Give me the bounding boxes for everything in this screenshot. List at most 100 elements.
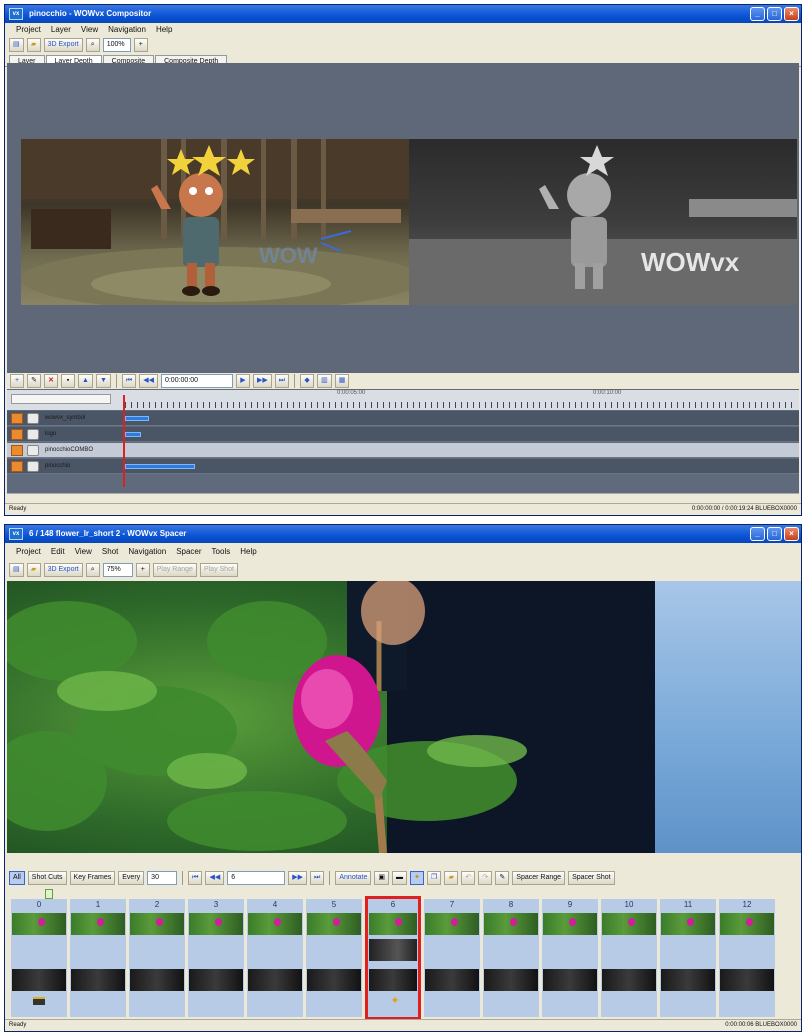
layer-clip[interactable] — [125, 432, 141, 437]
frame-thumbnail[interactable]: 2 — [129, 899, 185, 1017]
frame-thumbnail[interactable]: 12 — [719, 899, 775, 1017]
timeline-layer-row[interactable]: pinocchio — [7, 459, 799, 474]
step-forward-icon[interactable]: ▶▶ — [288, 871, 308, 885]
lock-icon[interactable] — [11, 413, 23, 424]
timeline-layer-row[interactable]: wowvx_symbol — [7, 411, 799, 426]
menu-project[interactable]: Project — [11, 23, 46, 37]
properties-icon[interactable]: ✎ — [27, 374, 41, 388]
export-3d-button[interactable]: 3D Export — [43, 38, 83, 52]
key-frames-button[interactable]: Key Frames — [69, 871, 116, 885]
menu-edit[interactable]: Edit — [46, 545, 70, 559]
spacer-title-bar[interactable]: vx 6 / 148 flower_lr_short 2 - WOWvx Spa… — [5, 525, 801, 543]
open-folder-icon[interactable]: ▰ — [26, 38, 41, 52]
frame-thumbnail[interactable]: 8 — [483, 899, 539, 1017]
zoom-select[interactable]: 100% — [102, 38, 131, 52]
every-button[interactable]: Every — [118, 871, 145, 885]
menu-shot[interactable]: Shot — [97, 545, 123, 559]
filter-all-button[interactable]: All — [9, 871, 25, 885]
menu-view[interactable]: View — [70, 545, 97, 559]
step-back-icon[interactable]: ◀◀ — [205, 871, 225, 885]
frame-field[interactable]: 6 — [227, 871, 286, 885]
play-range-button[interactable]: Play Range — [152, 563, 197, 577]
menu-help[interactable]: Help — [151, 23, 177, 37]
go-end-icon[interactable]: ⏭ — [274, 374, 290, 388]
graph-icon[interactable]: ▥ — [317, 374, 332, 388]
playhead[interactable] — [123, 395, 125, 487]
go-end-icon[interactable]: ⏭ — [310, 871, 325, 885]
frame-thumbnail[interactable]: 4 — [247, 899, 303, 1017]
timeline-zoom-slider[interactable] — [11, 394, 111, 404]
frame-thumbnail[interactable]: 6 ✦ — [365, 896, 421, 1020]
timeline-scrollbar[interactable] — [7, 493, 799, 503]
menu-navigation[interactable]: Navigation — [103, 23, 151, 37]
layer-settings-icon[interactable]: ▪ — [61, 374, 75, 388]
frame-thumbnail[interactable]: 9 — [542, 899, 598, 1017]
compositor-title-bar[interactable]: vx pinocchio - WOWvx Compositor _ □ × — [5, 5, 801, 23]
zoom-in-icon[interactable]: + — [135, 563, 150, 577]
step-back-icon[interactable]: ◀◀ — [139, 374, 158, 388]
menu-navigation[interactable]: Navigation — [123, 545, 171, 559]
menu-project[interactable]: Project — [11, 545, 46, 559]
visibility-icon[interactable] — [27, 461, 39, 472]
shot-cuts-button[interactable]: Shot Cuts — [27, 871, 67, 885]
step-forward-icon[interactable]: ▶▶ — [252, 374, 272, 388]
new-project-icon[interactable]: ▤ — [9, 38, 24, 52]
play-icon[interactable]: ▶ — [235, 374, 250, 388]
frame-thumbnail[interactable]: 11 — [660, 899, 716, 1017]
zoom-icon[interactable]: ⌕ — [85, 38, 100, 52]
lock-icon[interactable] — [11, 445, 23, 456]
visibility-icon[interactable] — [27, 445, 39, 456]
frame-thumbnail[interactable]: 3 — [188, 899, 244, 1017]
lock-icon[interactable] — [11, 461, 23, 472]
new-project-icon[interactable]: ▤ — [9, 563, 24, 577]
menu-view[interactable]: View — [76, 23, 103, 37]
menu-help[interactable]: Help — [235, 545, 261, 559]
add-layer-icon[interactable]: + — [10, 374, 24, 388]
flower-viewport[interactable] — [7, 581, 655, 853]
timeline-layer-row[interactable]: pinocchioCOMBO — [7, 443, 799, 458]
minimize-button[interactable]: _ — [750, 7, 765, 21]
open-folder-icon[interactable]: ▰ — [26, 563, 41, 577]
clapper-icon[interactable]: ▬ — [392, 871, 408, 885]
spacer-range-button[interactable]: Spacer Range — [512, 871, 566, 885]
frame-thumbnail[interactable]: 7 — [424, 899, 480, 1017]
spacer-shot-button[interactable]: Spacer Shot — [568, 871, 615, 885]
zoom-select[interactable]: 75% — [102, 563, 133, 577]
layer-clip[interactable] — [125, 416, 149, 421]
frame-thumbnail[interactable]: 0 — [11, 899, 67, 1017]
layer-clip[interactable] — [125, 464, 195, 469]
chart-icon[interactable]: ▦ — [334, 374, 350, 388]
timeline-layer-row[interactable]: logo — [7, 427, 799, 442]
annotate-button[interactable]: Annotate — [335, 871, 372, 885]
delete-layer-icon[interactable]: ✕ — [44, 374, 58, 388]
visibility-icon[interactable] — [27, 429, 39, 440]
copy-icon[interactable]: ❐ — [427, 871, 442, 885]
menu-layer[interactable]: Layer — [46, 23, 76, 37]
frame-thumbnail[interactable]: 10 — [601, 899, 657, 1017]
maximize-button[interactable]: □ — [767, 7, 782, 21]
move-up-icon[interactable]: ▲ — [78, 374, 93, 388]
redo-icon[interactable]: ↷ — [478, 871, 493, 885]
maximize-button[interactable]: □ — [767, 527, 782, 541]
timeline-ruler[interactable]: 0:00:05:00 0:00:10:00 — [7, 390, 799, 410]
frame-thumbnail[interactable]: 1 — [70, 899, 126, 1017]
brush-icon[interactable]: ✎ — [495, 871, 510, 885]
undo-icon[interactable]: ↶ — [461, 871, 476, 885]
lock-icon[interactable] — [11, 429, 23, 440]
every-field[interactable]: 30 — [147, 871, 178, 885]
play-shot-button[interactable]: Play Shot — [199, 563, 238, 577]
visibility-icon[interactable] — [27, 413, 39, 424]
wand-icon[interactable]: ✦ — [410, 871, 425, 885]
close-button[interactable]: × — [784, 527, 799, 541]
scrubber-handle[interactable] — [45, 889, 53, 899]
minimize-button[interactable]: _ — [750, 527, 765, 541]
zoom-in-icon[interactable]: + — [133, 38, 148, 52]
close-button[interactable]: × — [784, 7, 799, 21]
frame-thumbnail[interactable]: 5 — [306, 899, 362, 1017]
camera-icon[interactable]: ▣ — [374, 871, 390, 885]
export-3d-button[interactable]: 3D Export — [43, 563, 83, 577]
composite-viewport[interactable]: WOW WOWvx — [7, 63, 799, 373]
menu-spacer[interactable]: Spacer — [171, 545, 206, 559]
keyframe-icon[interactable]: ◆ — [300, 374, 315, 388]
timecode-field[interactable]: 0:00:00:00 — [160, 374, 233, 388]
